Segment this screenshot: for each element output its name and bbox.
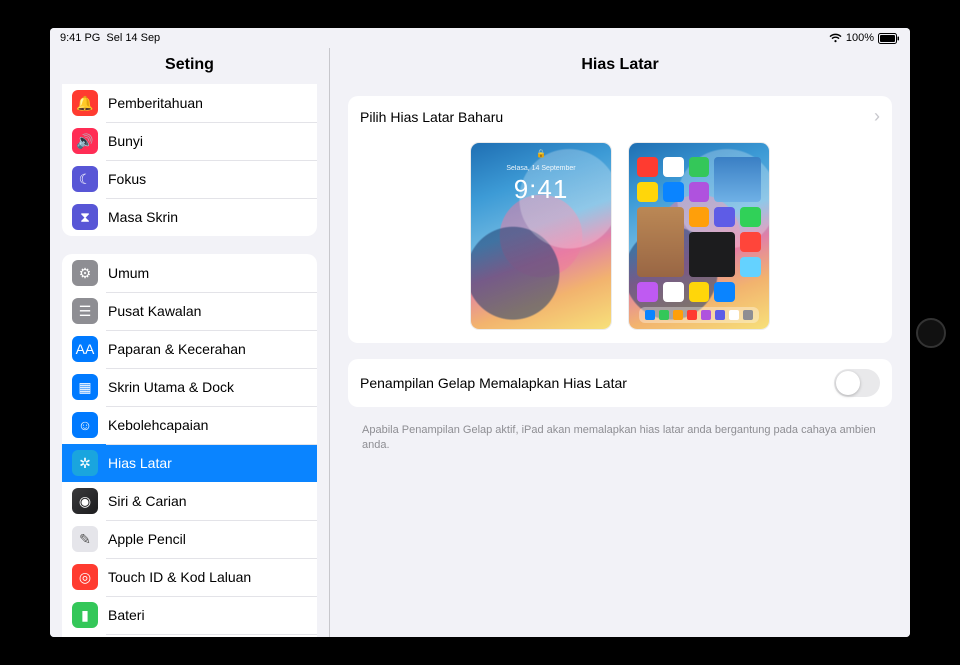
settings-sidebar: Seting 🔔 Pemberitahuan 🔊 Bunyi ☾ Fokus ⧗ Masa S…: [50, 48, 330, 637]
speaker-icon: 🔊: [72, 128, 98, 154]
sidebar-item-focus[interactable]: ☾ Fokus: [62, 160, 317, 198]
flower-icon: ✲: [72, 450, 98, 476]
bell-icon: 🔔: [72, 90, 98, 116]
grid-icon: ▦: [72, 374, 98, 400]
siri-icon: ◉: [72, 488, 98, 514]
sidebar-item-label: Kebolehcapaian: [108, 417, 208, 433]
sidebar-item-screentime[interactable]: ⧗ Masa Skrin: [62, 198, 317, 236]
sidebar-item-touchid[interactable]: ◎ Touch ID & Kod Laluan: [62, 558, 317, 596]
sidebar-item-label: Fokus: [108, 171, 146, 187]
lock-preview-time: 9:41: [471, 174, 611, 205]
sidebar-item-label: Bateri: [108, 607, 145, 623]
lock-icon: 🔒: [471, 149, 611, 158]
pencil-icon: ✎: [72, 526, 98, 552]
sidebar-item-label: Bunyi: [108, 133, 143, 149]
sidebar-item-label: Hias Latar: [108, 455, 172, 471]
battery-percent: 100%: [846, 32, 874, 44]
sidebar-item-privacy[interactable]: ✋Privasi: [62, 634, 317, 637]
detail-title: Hias Latar: [330, 48, 910, 84]
sidebar-item-label: Touch ID & Kod Laluan: [108, 569, 251, 585]
screen: 9:41 PG Sel 14 Sep 100% Seting 🔔 Pemberit…: [50, 28, 910, 637]
home-screen-preview[interactable]: [629, 143, 769, 329]
sidebar-item-label: Siri & Carian: [108, 493, 187, 509]
sidebar-item-label: Umum: [108, 265, 149, 281]
sidebar-item-controlcenter[interactable]: ☰ Pusat Kawalan: [62, 292, 317, 330]
moon-icon: ☾: [72, 166, 98, 192]
dim-toggle-label: Penampilan Gelap Memalapkan Hias Latar: [360, 375, 627, 391]
sidebar-item-label: Skrin Utama & Dock: [108, 379, 234, 395]
text-size-icon: AA: [72, 336, 98, 362]
dim-footer-note: Apabila Penampilan Gelap aktif, iPad aka…: [348, 423, 892, 453]
wallpaper-previews: 🔒 Selasa, 14 September 9:41: [348, 137, 892, 343]
gear-icon: ⚙: [72, 260, 98, 286]
sidebar-scroll[interactable]: 🔔 Pemberitahuan 🔊 Bunyi ☾ Fokus ⧗ Masa Skrin ⚙ Um…: [50, 84, 329, 637]
sidebar-item-label: Masa Skrin: [108, 209, 178, 225]
dim-toggle-row[interactable]: Penampilan Gelap Memalapkan Hias Latar: [348, 359, 892, 407]
ipad-frame: 9:41 PG Sel 14 Sep 100% Seting 🔔 Pemberit…: [0, 0, 960, 665]
wallpaper-card: Pilih Hias Latar Baharu › 🔒 Selasa, 14 S…: [348, 96, 892, 343]
accessibility-icon: ☺: [72, 412, 98, 438]
hourglass-icon: ⧗: [72, 204, 98, 230]
sidebar-group: ⚙ Umum ☰ Pusat Kawalan AA Paparan & Kecerahan…: [62, 254, 317, 637]
sidebar-group: 🔔 Pemberitahuan 🔊 Bunyi ☾ Fokus ⧗ Masa Skrin: [62, 84, 317, 236]
sidebar-item-notifications[interactable]: 🔔 Pemberitahuan: [62, 84, 317, 122]
sidebar-item-general[interactable]: ⚙ Umum: [62, 254, 317, 292]
switches-icon: ☰: [72, 298, 98, 324]
sidebar-item-pencil[interactable]: ✎ Apple Pencil: [62, 520, 317, 558]
sidebar-item-battery[interactable]: ▮ Bateri: [62, 596, 317, 634]
sidebar-item-label: Apple Pencil: [108, 531, 186, 547]
sidebar-item-display[interactable]: AA Paparan & Kecerahan: [62, 330, 317, 368]
dim-toggle[interactable]: [834, 369, 880, 397]
sidebar-item-sounds[interactable]: 🔊 Bunyi: [62, 122, 317, 160]
sidebar-item-homescreen[interactable]: ▦ Skrin Utama & Dock: [62, 368, 317, 406]
sidebar-title: Seting: [50, 48, 329, 84]
home-button[interactable]: [916, 318, 946, 348]
detail-pane: Hias Latar Pilih Hias Latar Baharu › 🔒: [330, 48, 910, 637]
sidebar-item-label: Pemberitahuan: [108, 95, 203, 111]
status-time: 9:41 PG: [60, 32, 100, 44]
battery-icon: [878, 33, 900, 44]
status-bar: 9:41 PG Sel 14 Sep 100%: [50, 28, 910, 48]
status-date: Sel 14 Sep: [106, 32, 160, 44]
sidebar-item-label: Pusat Kawalan: [108, 303, 201, 319]
fingerprint-icon: ◎: [72, 564, 98, 590]
sidebar-item-label: Paparan & Kecerahan: [108, 341, 246, 357]
choose-wallpaper-label: Pilih Hias Latar Baharu: [360, 109, 503, 125]
sidebar-item-accessibility[interactable]: ☺ Kebolehcapaian: [62, 406, 317, 444]
choose-wallpaper-row[interactable]: Pilih Hias Latar Baharu ›: [348, 96, 892, 137]
battery-icon: ▮: [72, 602, 98, 628]
sidebar-item-siri[interactable]: ◉ Siri & Carian: [62, 482, 317, 520]
sidebar-item-wallpaper[interactable]: ✲ Hias Latar: [62, 444, 317, 482]
lock-preview-date: Selasa, 14 September: [471, 165, 611, 172]
chevron-right-icon: ›: [874, 106, 880, 127]
wifi-icon: [829, 33, 842, 43]
dim-card: Penampilan Gelap Memalapkan Hias Latar: [348, 359, 892, 407]
lock-screen-preview[interactable]: 🔒 Selasa, 14 September 9:41: [471, 143, 611, 329]
